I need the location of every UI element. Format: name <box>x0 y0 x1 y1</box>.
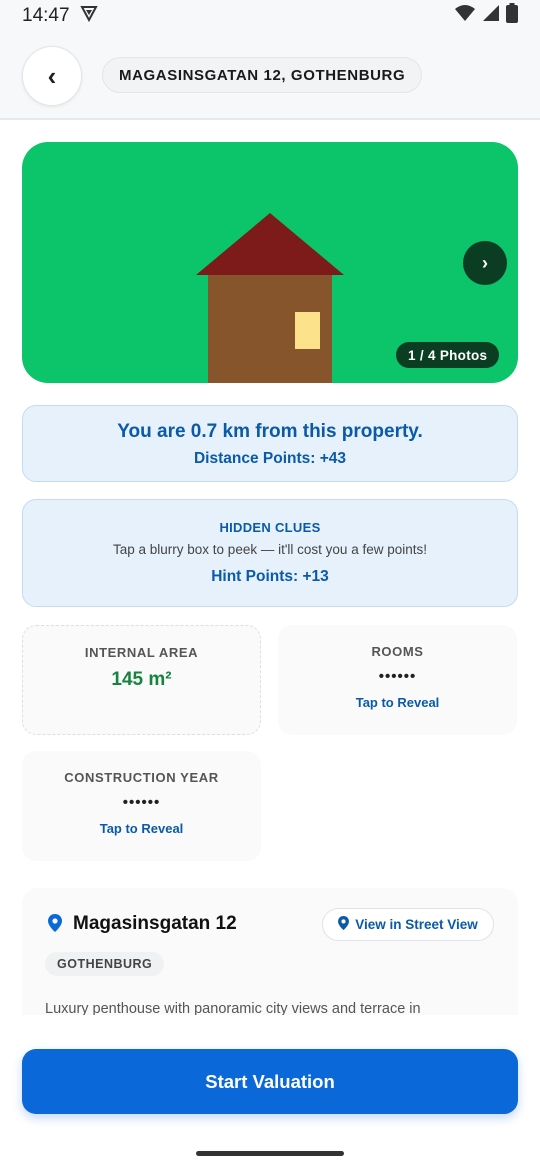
stat-hidden-value: •••••• <box>122 794 161 811</box>
street-view-button[interactable]: View in Street View <box>322 908 494 941</box>
property-description: Luxury penthouse with panoramic city vie… <box>45 1001 421 1015</box>
vpn-shield-icon <box>79 4 98 28</box>
location-card: Magasinsgatan 12 View in Street View GOT… <box>22 888 518 1015</box>
content-scroll[interactable]: › 1 / 4 Photos You are 0.7 km from this … <box>0 122 540 1015</box>
battery-icon <box>506 3 518 29</box>
start-valuation-button[interactable]: Start Valuation <box>22 1049 518 1114</box>
wifi-icon <box>454 4 476 28</box>
status-right <box>454 3 518 29</box>
status-bar: 14:47 <box>0 0 540 32</box>
stat-rooms[interactable]: ROOMS •••••• Tap to Reveal <box>278 625 517 735</box>
distance-message: You are 0.7 km from this property. <box>117 421 423 442</box>
status-left: 14:47 <box>22 4 98 28</box>
stat-label: ROOMS <box>371 644 424 659</box>
city-badge: GOTHENBURG <box>45 952 165 976</box>
photo-carousel[interactable]: › 1 / 4 Photos <box>22 142 518 383</box>
stat-value: 145 m² <box>111 669 172 690</box>
stat-construction-year[interactable]: CONSTRUCTION YEAR •••••• Tap to Reveal <box>22 751 261 861</box>
reveal-year-link[interactable]: Tap to Reveal <box>22 821 261 836</box>
stat-internal-area: INTERNAL AREA 145 m² <box>22 625 261 735</box>
clues-title: HIDDEN CLUES <box>219 520 321 535</box>
location-pin-icon <box>48 914 62 937</box>
stat-hidden-value: •••••• <box>378 668 417 685</box>
address-title: MAGASINSGATAN 12, GOTHENBURG <box>102 57 423 93</box>
bottom-action-bar: Start Valuation <box>0 1015 540 1170</box>
street-view-label: View in Street View <box>355 917 478 932</box>
stat-label: INTERNAL AREA <box>84 645 199 660</box>
hidden-clues-card: HIDDEN CLUES Tap a blurry box to peek — … <box>22 499 518 607</box>
top-header: ‹ MAGASINSGATAN 12, GOTHENBURG <box>0 32 540 120</box>
cell-signal-icon <box>482 4 500 28</box>
distance-card: You are 0.7 km from this property. Dista… <box>22 405 518 482</box>
status-time: 14:47 <box>22 5 70 26</box>
hint-points: Hint Points: +13 <box>211 568 329 585</box>
clues-description: Tap a blurry box to peek — it'll cost yo… <box>113 542 427 557</box>
photo-counter: 1 / 4 Photos <box>396 342 500 368</box>
reveal-rooms-link[interactable]: Tap to Reveal <box>278 695 517 710</box>
stat-label: CONSTRUCTION YEAR <box>64 770 219 785</box>
home-indicator[interactable] <box>196 1151 344 1156</box>
back-button[interactable]: ‹ <box>22 46 82 106</box>
location-title: Magasinsgatan 12 <box>73 913 237 934</box>
next-photo-button[interactable]: › <box>463 241 507 285</box>
location-pin-icon <box>338 916 350 933</box>
distance-points: Distance Points: +43 <box>193 450 347 467</box>
